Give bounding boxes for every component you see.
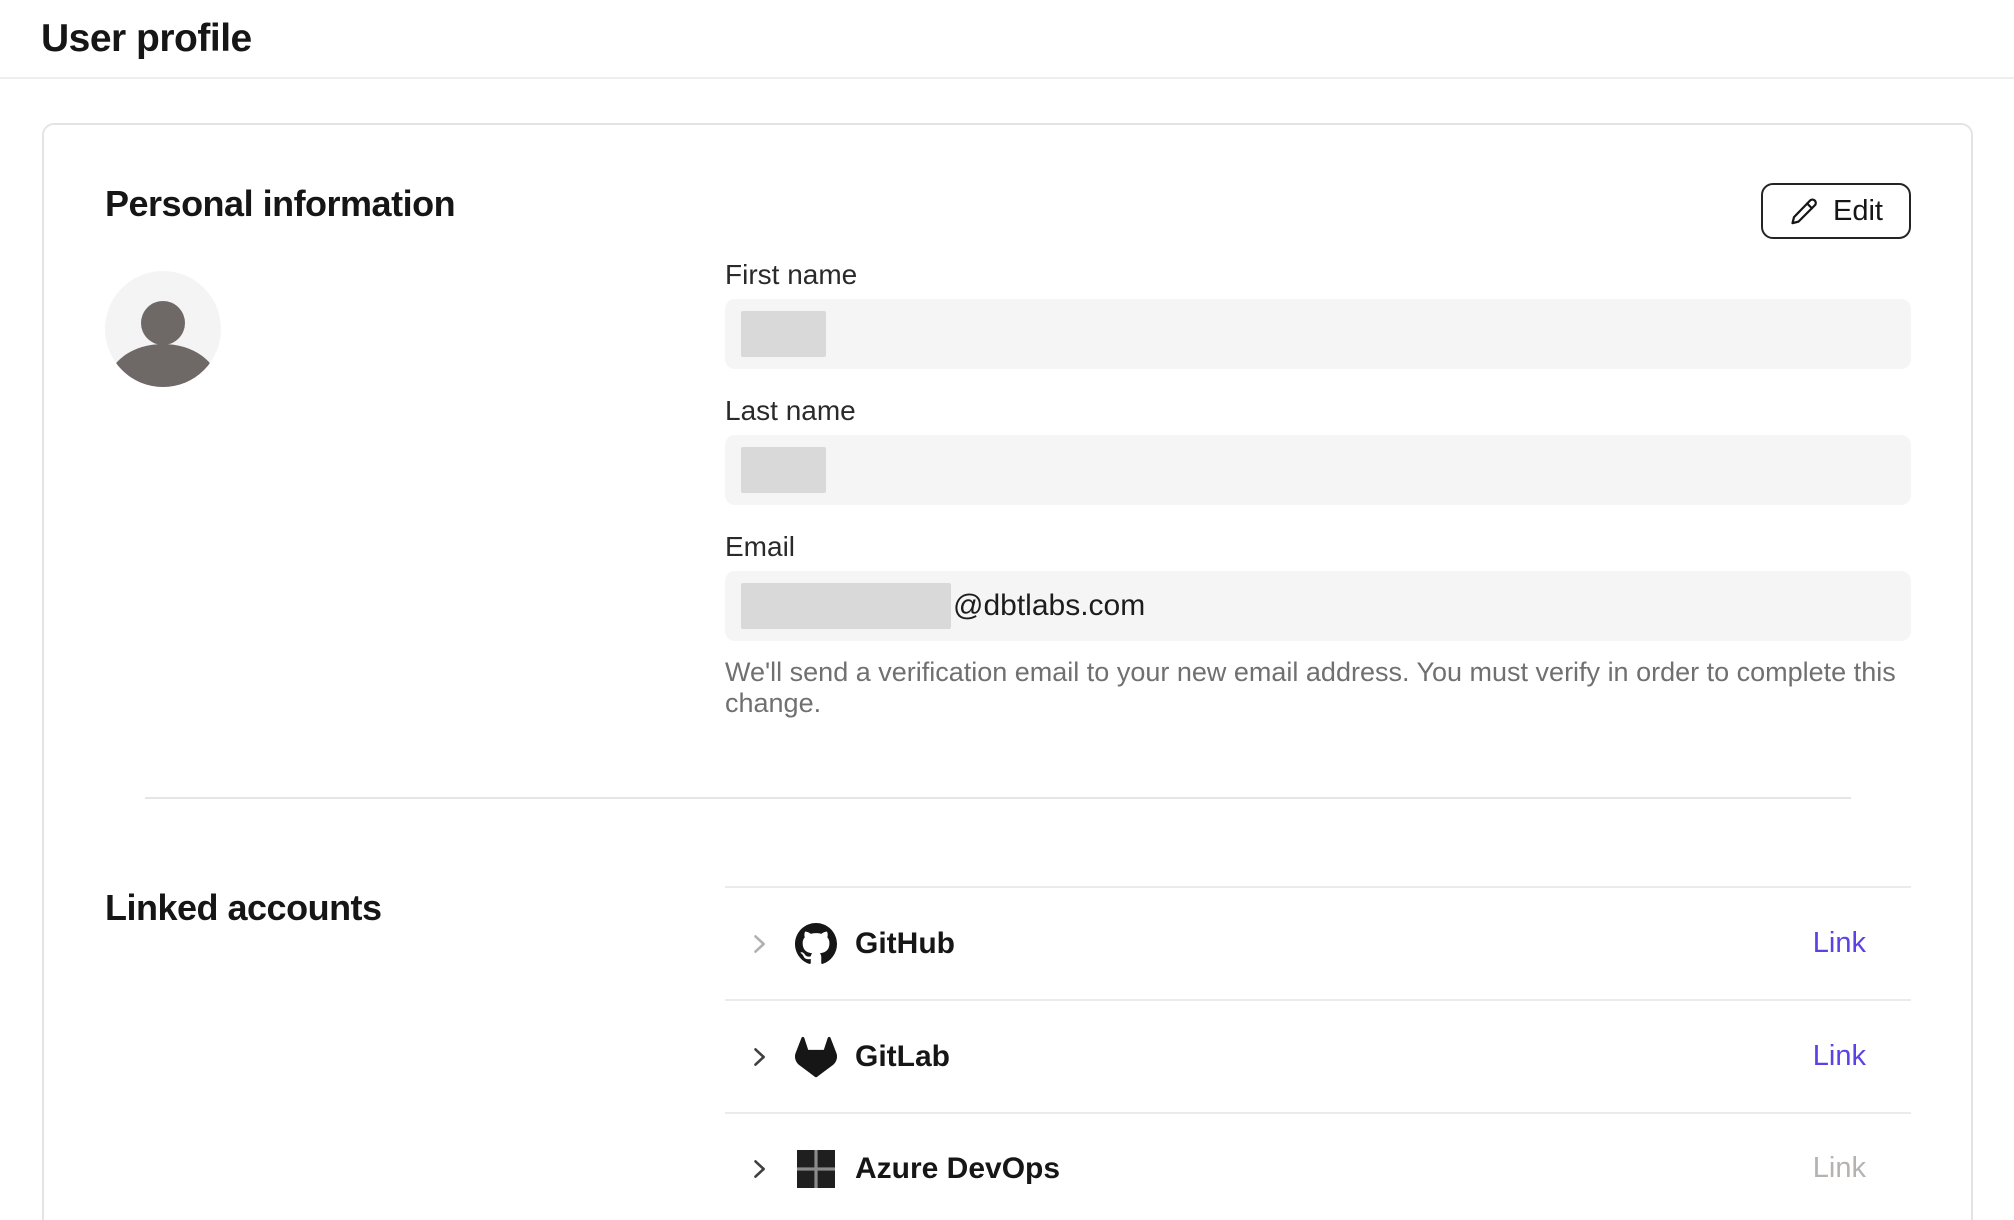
avatar xyxy=(105,271,221,387)
personal-info-form: First name Last name Email @dbtlabs. xyxy=(725,261,1911,719)
avatar-column xyxy=(105,261,725,719)
personal-information-section: Personal information Edit First name xyxy=(44,125,1971,799)
last-name-group: Last name xyxy=(725,397,1911,505)
redacted-value xyxy=(741,311,826,357)
redacted-value xyxy=(741,447,826,493)
email-field[interactable]: @dbtlabs.com xyxy=(725,571,1911,641)
page-header: User profile xyxy=(0,0,2014,79)
section-divider xyxy=(145,797,1851,799)
edit-button-label: Edit xyxy=(1833,195,1883,228)
email-group: Email @dbtlabs.com We'll send a verifica… xyxy=(725,533,1911,719)
email-help-text: We'll send a verification email to your … xyxy=(725,657,1911,719)
provider-name: GitLab xyxy=(855,1040,950,1074)
linked-accounts-section: Linked accounts GitHub Link xyxy=(44,799,1971,1220)
edit-button[interactable]: Edit xyxy=(1761,183,1911,239)
email-label: Email xyxy=(725,533,1911,561)
link-azure-devops-button: Link xyxy=(1813,1152,1866,1185)
provider-name: GitHub xyxy=(855,927,955,961)
redacted-value xyxy=(741,583,951,629)
azure-devops-icon xyxy=(795,1148,837,1190)
linked-accounts-list: GitHub Link GitLab Link xyxy=(725,886,1911,1220)
page-title: User profile xyxy=(41,17,252,61)
profile-card: Personal information Edit First name xyxy=(42,123,1973,1220)
linked-heading-column: Linked accounts xyxy=(105,799,725,1220)
linked-account-row-azure-devops[interactable]: Azure DevOps Link xyxy=(725,1112,1911,1220)
chevron-right-icon[interactable] xyxy=(745,1043,773,1071)
first-name-group: First name xyxy=(725,261,1911,369)
first-name-label: First name xyxy=(725,261,1911,289)
linked-accounts-heading: Linked accounts xyxy=(105,887,725,929)
chevron-right-icon[interactable] xyxy=(745,930,773,958)
pencil-icon xyxy=(1789,196,1819,226)
last-name-field[interactable] xyxy=(725,435,1911,505)
first-name-field[interactable] xyxy=(725,299,1911,369)
chevron-right-icon[interactable] xyxy=(745,1155,773,1183)
link-gitlab-button[interactable]: Link xyxy=(1813,1040,1866,1073)
provider-name: Azure DevOps xyxy=(855,1152,1060,1186)
personal-information-heading: Personal information xyxy=(105,183,1911,225)
link-github-button[interactable]: Link xyxy=(1813,927,1866,960)
last-name-label: Last name xyxy=(725,397,1911,425)
linked-account-row-github[interactable]: GitHub Link xyxy=(725,886,1911,999)
linked-account-row-gitlab[interactable]: GitLab Link xyxy=(725,999,1911,1112)
github-icon xyxy=(795,923,837,965)
gitlab-icon xyxy=(795,1036,837,1078)
email-domain-text: @dbtlabs.com xyxy=(953,589,1145,623)
